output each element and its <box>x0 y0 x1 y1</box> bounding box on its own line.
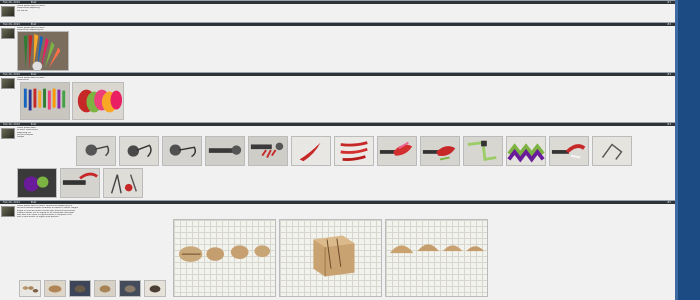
post-date: Feb 26, 2010 <box>3 23 20 26</box>
post-header: Feb 26, 2010 Post #2 <box>0 23 675 26</box>
photo-red-feather[interactable] <box>291 136 331 166</box>
forum-thread: Feb 26, 2010 Post #1 Lorem ipsum dolor s… <box>0 0 675 300</box>
photo-red-fly[interactable] <box>377 136 417 166</box>
photo-tools[interactable] <box>103 168 143 198</box>
post-user[interactable]: Post <box>31 123 36 126</box>
photo-wooden-block[interactable] <box>279 219 382 297</box>
post-body: Lorem ipsum dolor sit amet consectetur <box>17 77 671 82</box>
photo-jig-red[interactable] <box>248 136 288 166</box>
photo-eggs-light[interactable] <box>94 280 116 297</box>
post-date: Feb 26, 2010 <box>3 201 20 204</box>
photo-feathers-fan[interactable] <box>17 31 69 71</box>
photo-hook-tool[interactable] <box>592 136 632 166</box>
photo-colored-bundle[interactable] <box>72 82 124 120</box>
photo-purple-green-fly[interactable] <box>506 136 546 166</box>
post-user[interactable]: Post <box>31 23 36 26</box>
avatar[interactable] <box>1 206 15 217</box>
photo-jig-head-1[interactable] <box>76 136 116 166</box>
photo-jig-head-2[interactable] <box>119 136 159 166</box>
post-number[interactable]: #2 <box>667 23 671 26</box>
post-body: Lorem ipsum dolor sit amet consectetur a… <box>17 27 671 32</box>
author-block <box>1 28 15 39</box>
avatar[interactable] <box>1 28 15 39</box>
photo-wooden-domes[interactable] <box>385 219 488 297</box>
photo-egg-small[interactable] <box>44 280 66 297</box>
post-user[interactable]: Post <box>31 1 36 4</box>
post-number[interactable]: #1 <box>667 1 671 4</box>
avatar[interactable] <box>1 128 15 139</box>
author-block <box>1 78 15 89</box>
post-user[interactable]: Post <box>31 73 36 76</box>
photo-vise-red[interactable] <box>60 168 100 198</box>
post-header: Feb 26, 2010 Post #4 <box>0 123 675 126</box>
photo-purple-thread[interactable] <box>17 168 57 198</box>
photo-green-fly[interactable] <box>463 136 503 166</box>
photo-sticks-on-table[interactable] <box>20 82 70 120</box>
photo-jig-vise[interactable] <box>205 136 245 166</box>
post-header: Feb 26, 2010 Post #3 <box>0 73 675 76</box>
post-2: Feb 26, 2010 Post #2 Lorem ipsum dolor s… <box>0 22 675 72</box>
page-sidebar-background <box>675 0 700 300</box>
photo-wooden-eggs-row[interactable] <box>173 219 276 297</box>
post-5: Feb 26, 2010 Post #5 Lorem ipsum dolor s… <box>0 200 675 300</box>
photo-red-feathers[interactable] <box>334 136 374 166</box>
post-number[interactable]: #3 <box>667 73 671 76</box>
post-user[interactable]: Post <box>31 201 36 204</box>
photo-eggs-small[interactable] <box>19 280 41 297</box>
avatar[interactable] <box>1 6 15 17</box>
author-block <box>1 128 15 139</box>
author-block <box>1 6 15 17</box>
photo-jig-head-3[interactable] <box>162 136 202 166</box>
avatar[interactable] <box>1 78 15 89</box>
post-1: Feb 26, 2010 Post #1 Lorem ipsum dolor s… <box>0 0 675 22</box>
post-3: Feb 26, 2010 Post #3 Lorem ipsum dolor s… <box>0 72 675 122</box>
post-number[interactable]: #4 <box>667 123 671 126</box>
sidebar-edge <box>675 0 678 300</box>
post-header: Feb 26, 2010 Post #1 <box>0 1 675 4</box>
post-4: Feb 26, 2010 Post #4 Lorem ipsum dolor s… <box>0 122 675 200</box>
photo-egg-dark[interactable] <box>144 280 166 297</box>
post-body: Lorem ipsum dolor sit amet, consectetur … <box>17 5 671 12</box>
photo-red-green-fly[interactable] <box>420 136 460 166</box>
post-body: Lorem ipsum dolor sit amet, consectetur … <box>17 205 671 219</box>
post-number[interactable]: #5 <box>667 201 671 204</box>
post-text: consectetur adipiscing elit <box>17 29 671 31</box>
photo-eggs-pale[interactable] <box>119 280 141 297</box>
author-block <box>1 206 15 217</box>
photo-red-white-fly[interactable] <box>549 136 589 166</box>
post-date: Feb 26, 2010 <box>3 123 20 126</box>
post-date: Feb 26, 2010 <box>3 1 20 4</box>
post-date: Feb 26, 2010 <box>3 73 20 76</box>
photo-eggs-dark[interactable] <box>69 280 91 297</box>
post-header: Feb 26, 2010 Post #5 <box>0 201 675 204</box>
post-text: elit sed do <box>17 9 28 12</box>
